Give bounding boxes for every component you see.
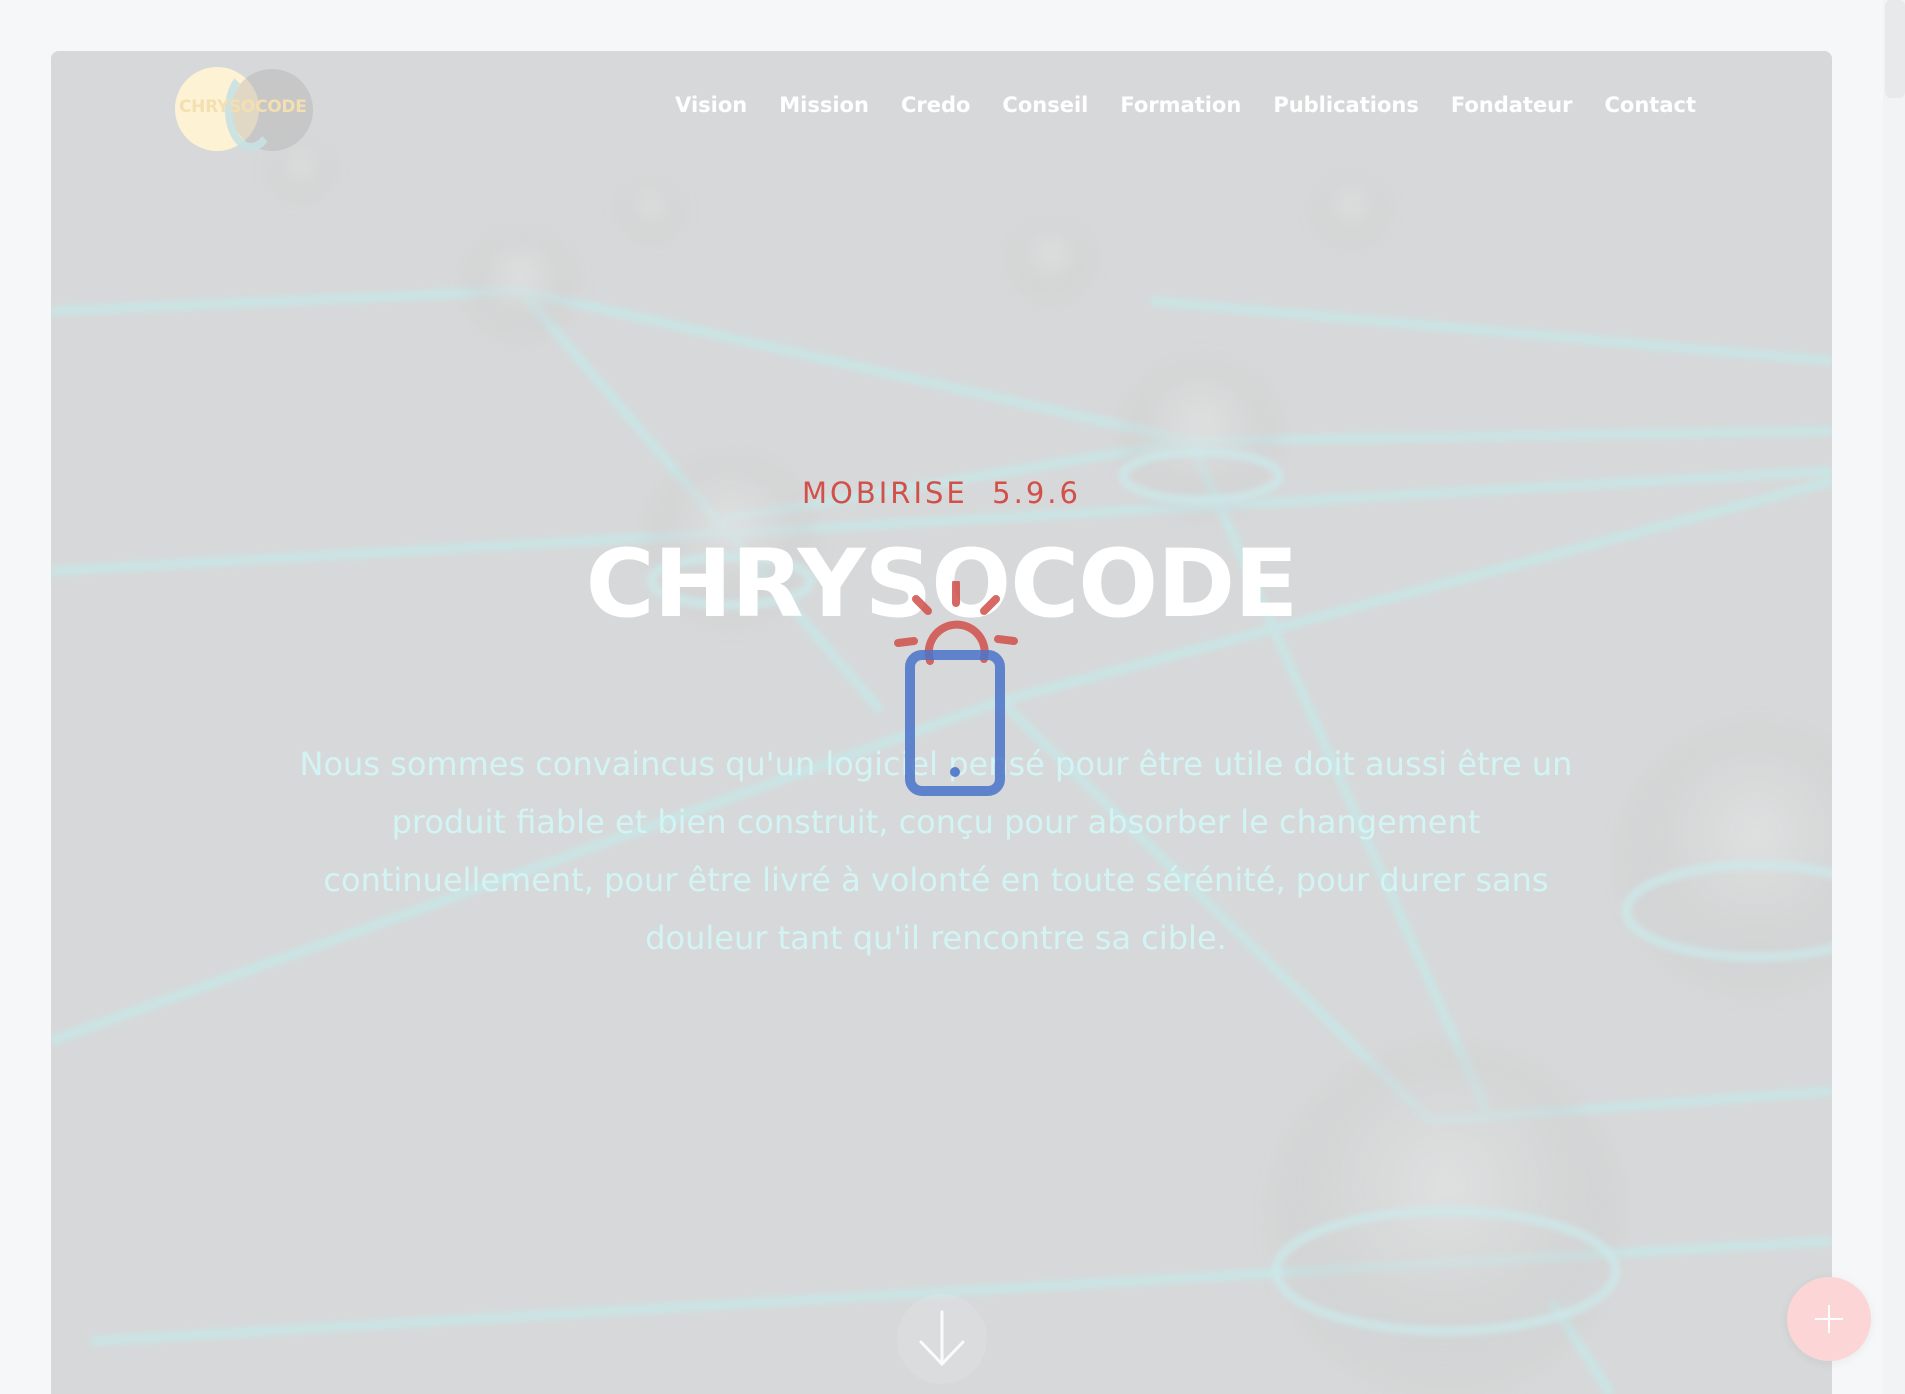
page: CHRYSOCODE Vision Mission Credo Conseil …	[0, 0, 1905, 1394]
logo-text: CHRYSOCODE	[179, 97, 307, 117]
nav-link-conseil[interactable]: Conseil	[1002, 93, 1088, 117]
scrollbar-track[interactable]	[1883, 0, 1905, 1394]
arrow-down-icon	[919, 1310, 965, 1367]
nav-link-credo[interactable]: Credo	[901, 93, 970, 117]
add-floating-button[interactable]	[1787, 1277, 1871, 1361]
scrollbar-thumb[interactable]	[1885, 0, 1905, 98]
hero-eyebrow: MOBIRISE 5.9.6	[802, 476, 1081, 510]
brand-logo[interactable]: CHRYSOCODE	[175, 67, 325, 153]
nav-link-publications[interactable]: Publications	[1273, 93, 1419, 117]
nav-link-contact[interactable]: Contact	[1605, 93, 1697, 117]
nav-link-mission[interactable]: Mission	[779, 93, 869, 117]
scroll-down-button[interactable]	[897, 1294, 987, 1384]
nav-link-fondateur[interactable]: Fondateur	[1451, 93, 1573, 117]
lightbulb-phone-icon	[894, 581, 1018, 796]
nav-link-vision[interactable]: Vision	[675, 93, 747, 117]
main-nav: Vision Mission Credo Conseil Formation P…	[675, 93, 1696, 117]
hero-section: CHRYSOCODE Vision Mission Credo Conseil …	[51, 51, 1832, 1394]
plus-icon-vertical	[1828, 1305, 1830, 1333]
nav-link-formation[interactable]: Formation	[1120, 93, 1241, 117]
